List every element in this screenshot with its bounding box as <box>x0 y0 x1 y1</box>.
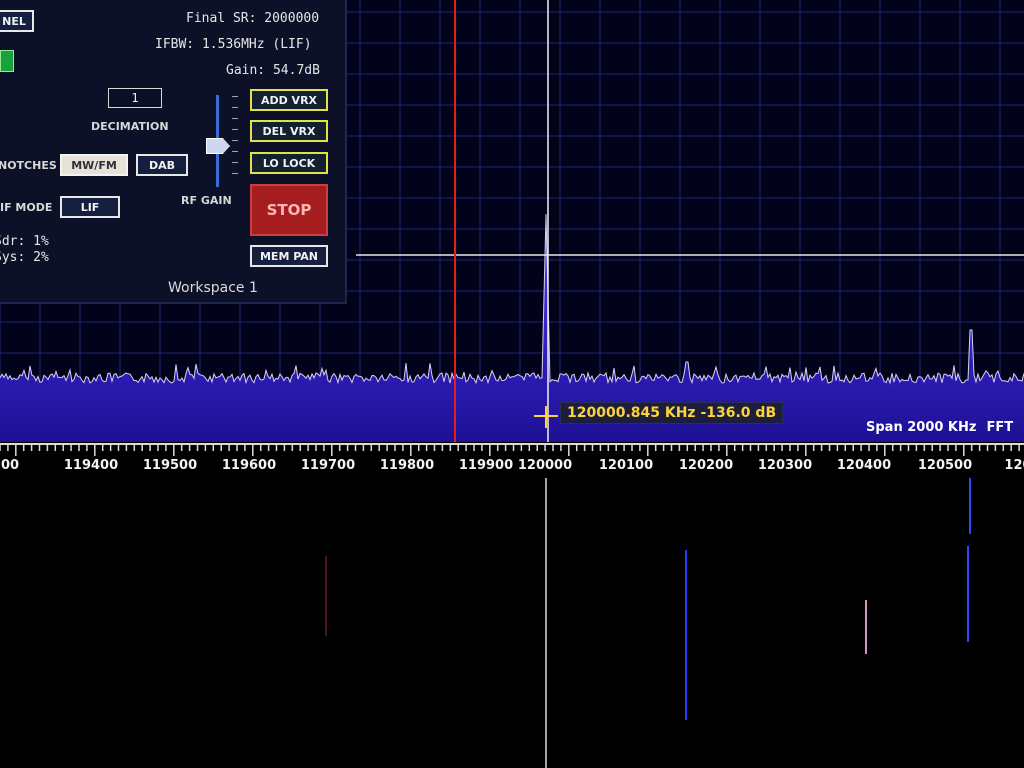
waterfall-display[interactable] <box>0 478 1024 768</box>
axis-tick-label: 119500 <box>142 458 198 473</box>
fft-label: FFT <box>986 420 1014 435</box>
control-panel: NEL Final SR: 2000000 IFBW: 1.536MHz (LI… <box>0 0 347 304</box>
rf-gain-slider-handle[interactable] <box>206 138 230 154</box>
ifbw-readout: IFBW: 1.536MHz (LIF) <box>155 37 312 52</box>
axis-tick-label: 119600 <box>221 458 277 473</box>
sdr-application: 120000.845 KHz -136.0 dB Span 2000 KHz FF… <box>0 0 1024 768</box>
span-indicator: Span 2000 KHz FFT <box>866 420 1023 435</box>
axis-ticks <box>0 443 1024 456</box>
axis-tick-label: 119400 <box>63 458 119 473</box>
axis-tick-label: 119700 <box>300 458 356 473</box>
gain-readout: Gain: 54.7dB <box>226 63 320 78</box>
channel-button[interactable]: NEL <box>0 10 34 32</box>
del-vrx-button[interactable]: DEL VRX <box>250 120 328 142</box>
rf-gain-scale <box>232 96 240 184</box>
frequency-axis[interactable]: 00 119400 119500 119600 119700 119800 119900 12… <box>0 442 1024 478</box>
waterfall-plot[interactable] <box>0 478 1024 768</box>
span-label: Span 2000 KHz <box>866 420 977 435</box>
axis-tick-label: 120100 <box>598 458 654 473</box>
axis-tick-label: 00 <box>0 458 20 473</box>
axis-tick-label: 120 <box>1004 458 1024 473</box>
if-mode-button[interactable]: LIF <box>60 196 120 218</box>
decimation-field[interactable]: 1 <box>108 88 162 108</box>
dab-notch-button[interactable]: DAB <box>136 154 188 176</box>
axis-tick-label: 119800 <box>379 458 435 473</box>
status-indicator-icon[interactable] <box>0 50 14 72</box>
final-sr-readout: Final SR: 2000000 <box>186 11 320 26</box>
axis-tick-label: 120000 <box>517 458 573 473</box>
axis-tick-label: 120300 <box>757 458 813 473</box>
add-vrx-button[interactable]: ADD VRX <box>250 89 328 111</box>
mwfm-notch-button[interactable]: MW/FM <box>60 154 128 176</box>
workspace-label: Workspace 1 <box>168 280 258 296</box>
rf-gain-label: RF GAIN <box>181 194 232 207</box>
stop-button[interactable]: STOP <box>250 184 328 236</box>
axis-tick-label: 120200 <box>678 458 734 473</box>
sys-cpu-readout: Sys: 2% <box>0 250 49 265</box>
mem-pan-button[interactable]: MEM PAN <box>250 245 328 267</box>
cursor-readout: 120000.845 KHz -136.0 dB <box>560 402 784 424</box>
axis-tick-label: 120500 <box>917 458 973 473</box>
axis-tick-label: 119900 <box>458 458 514 473</box>
sdr-cpu-readout: Sdr: 1% <box>0 234 49 249</box>
if-mode-label: IF MODE <box>0 201 53 214</box>
decimation-label: DECIMATION <box>91 120 169 133</box>
lo-lock-button[interactable]: LO LOCK <box>250 152 328 174</box>
notches-label: NOTCHES <box>0 159 57 172</box>
axis-tick-label: 120400 <box>836 458 892 473</box>
